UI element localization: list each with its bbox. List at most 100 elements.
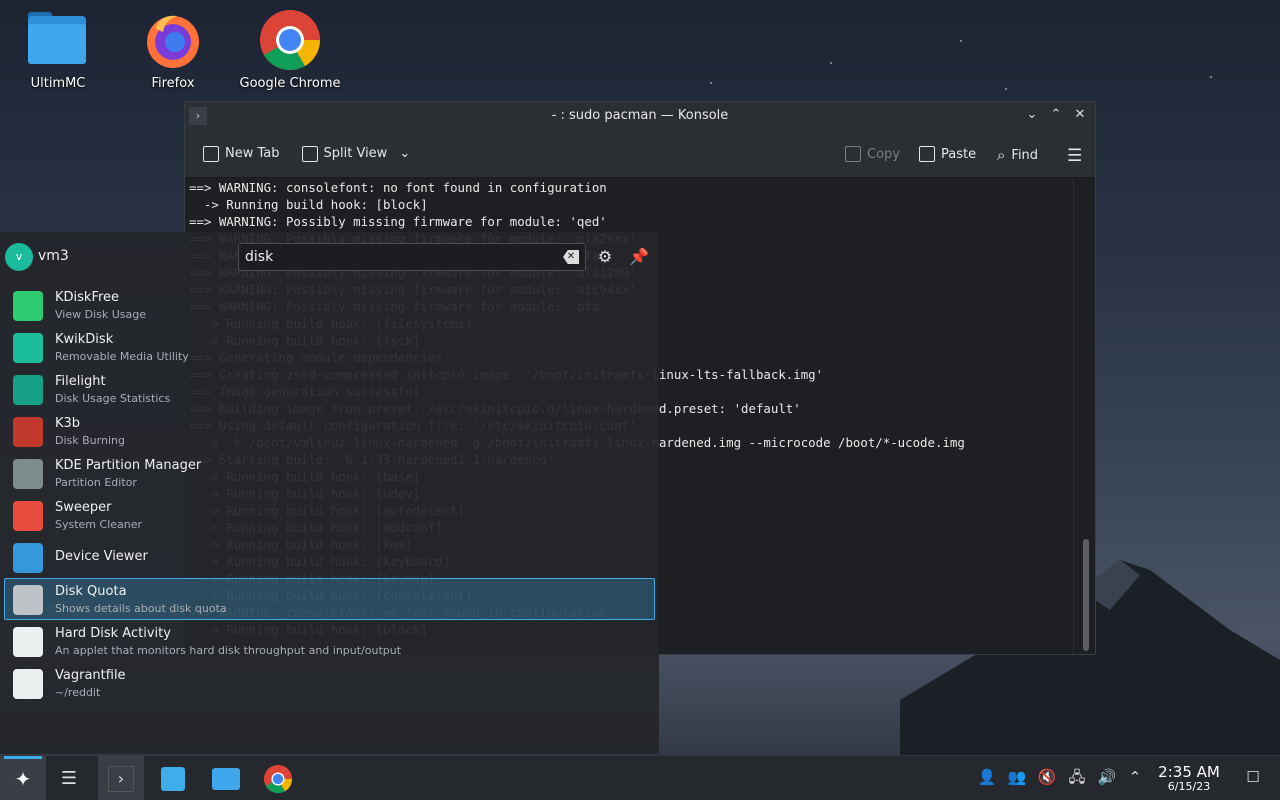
clear-icon[interactable]: ✕ (563, 250, 579, 264)
new-tab-icon (203, 145, 219, 162)
chrome-icon (258, 8, 322, 72)
desktop-icon-ultimmc[interactable]: UltimMC (3, 0, 113, 91)
new-tab-label: New Tab (225, 146, 280, 161)
paste-label: Paste (941, 146, 977, 162)
taskbar-konsole[interactable]: › (98, 756, 144, 800)
configure-icon[interactable]: ⚙ (594, 246, 616, 268)
user-icon[interactable]: 👤 (977, 767, 997, 787)
paste-button[interactable]: Paste (913, 142, 982, 166)
disk-quota-icon (13, 585, 43, 615)
result-description: Shows details about disk quota (55, 602, 227, 615)
close-icon[interactable]: ✕ (1071, 106, 1089, 124)
shopping-bag-icon (161, 766, 185, 791)
search-result-item[interactable]: Device Viewer (4, 536, 655, 578)
result-name: KDE Partition Manager (55, 458, 202, 473)
user-name: vm3 (38, 248, 69, 264)
app-launcher-button[interactable]: ✦ (0, 756, 46, 800)
hard-disk-activity-icon (13, 627, 43, 657)
avatar[interactable]: v (5, 243, 33, 271)
hamburger-menu-button[interactable]: ☰ (1061, 142, 1088, 170)
sweeper-icon (13, 501, 43, 531)
scrollbar[interactable] (1073, 179, 1095, 654)
application-launcher: v vm3 disk ✕ ⚙ 📌 KDiskFree View Disk Usag… (0, 232, 659, 754)
result-name: Vagrantfile (55, 668, 126, 683)
chevron-down-icon[interactable]: ⌄ (1023, 106, 1041, 124)
result-name: K3b (55, 416, 81, 431)
network-icon[interactable]: 🖧 (1067, 767, 1087, 787)
result-name: Sweeper (55, 500, 112, 515)
window-title: - : sudo pacman — Konsole (551, 108, 729, 123)
partition-manager-icon (13, 459, 43, 489)
result-description: Partition Editor (55, 476, 137, 489)
terminal-line: -> Running build hook: [block] (189, 197, 428, 212)
copy-button[interactable]: Copy (839, 142, 906, 166)
pin-icon[interactable]: 📌 (628, 246, 650, 268)
split-view-button[interactable]: Split View ⌄ (296, 142, 417, 166)
audio-muted-icon[interactable]: 🔇 (1037, 767, 1057, 787)
search-result-item[interactable]: Disk Quota Shows details about disk quota (4, 578, 655, 620)
search-value: disk (245, 249, 274, 265)
kdiskfree-icon (13, 291, 43, 321)
device-viewer-icon (13, 543, 43, 573)
result-description: ~/reddit (55, 686, 101, 699)
kwikdisk-icon (13, 333, 43, 363)
result-name: Hard Disk Activity (55, 626, 171, 641)
kde-logo-icon: ✦ (14, 766, 32, 791)
search-result-item[interactable]: Hard Disk Activity An applet that monitor… (4, 620, 655, 662)
text-file-icon (13, 669, 43, 699)
window-titlebar[interactable]: › - : sudo pacman — Konsole ⌄ ⌃ ✕ (185, 102, 1095, 130)
terminal-line: ==> WARNING: consolefont: no font found … (189, 180, 607, 195)
system-settings-icon: ☰ (60, 768, 78, 789)
maximize-icon[interactable]: ⌃ (1047, 106, 1065, 124)
result-description: Disk Burning (55, 434, 125, 447)
taskbar-dolphin[interactable] (203, 756, 249, 800)
konsole-toolbar: New Tab Split View ⌄ Copy Paste ⌕ Find ☰ (185, 130, 1095, 178)
taskbar: ✦ ☰ › 👤 👥 🔇 🖧 🔊 ⌃ 2:35 AM 6/15/23 ☐ (0, 755, 1280, 800)
hamburger-icon: ☰ (1067, 146, 1083, 166)
result-description: Removable Media Utility (55, 350, 189, 363)
taskbar-settings[interactable]: ☰ (46, 756, 92, 800)
filelight-icon (13, 375, 43, 405)
volume-icon[interactable]: 🔊 (1097, 767, 1117, 787)
user-switch-icon[interactable]: 👥 (1007, 767, 1027, 787)
search-result-item[interactable]: Vagrantfile ~/reddit (4, 662, 655, 704)
search-result-item[interactable]: Filelight Disk Usage Statistics (4, 368, 655, 410)
result-description: Disk Usage Statistics (55, 392, 171, 405)
firefox-icon (141, 8, 205, 72)
clock[interactable]: 2:35 AM 6/15/23 (1150, 763, 1228, 793)
search-result-item[interactable]: KwikDisk Removable Media Utility (4, 326, 655, 368)
search-icon: ⌕ (997, 146, 1006, 164)
desktop-icon-label: UltimMC (30, 76, 86, 91)
result-name: Device Viewer (55, 549, 148, 564)
search-input[interactable]: disk ✕ (238, 243, 586, 271)
copy-label: Copy (867, 146, 900, 162)
search-result-item[interactable]: Sweeper System Cleaner (4, 494, 655, 536)
desktop-icon-firefox[interactable]: Firefox (118, 0, 228, 91)
result-name: Disk Quota (55, 584, 127, 599)
search-result-item[interactable]: K3b Disk Burning (4, 410, 655, 452)
taskbar-discover[interactable] (150, 756, 196, 800)
result-name: Filelight (55, 374, 106, 389)
folder-icon (212, 767, 240, 790)
desktop-icon-chrome[interactable]: Google Chrome (235, 0, 345, 91)
clock-time: 2:35 AM (1158, 763, 1220, 781)
chevron-up-icon[interactable]: ⌃ (1125, 767, 1145, 787)
split-view-icon (301, 145, 318, 162)
taskbar-chrome[interactable] (255, 756, 301, 800)
chrome-icon (263, 764, 293, 793)
copy-icon (845, 146, 861, 162)
find-label: Find (1011, 147, 1039, 163)
folder-icon (26, 8, 90, 72)
scrollbar-thumb[interactable] (1083, 539, 1089, 651)
k3b-icon (13, 417, 43, 447)
terminal-icon: › (108, 765, 134, 792)
search-result-item[interactable]: KDiskFree View Disk Usage (4, 284, 655, 326)
paste-icon (919, 146, 935, 162)
show-desktop-icon[interactable]: ☐ (1243, 767, 1263, 787)
search-result-item[interactable]: KDE Partition Manager Partition Editor (4, 452, 655, 494)
find-button[interactable]: ⌕ Find (991, 142, 1044, 168)
desktop-icon-label: Firefox (151, 76, 195, 91)
result-description: An applet that monitors hard disk throug… (55, 644, 402, 657)
new-tab-button[interactable]: New Tab (197, 142, 286, 166)
terminal-line: ==> WARNING: Possibly missing firmware f… (189, 214, 607, 229)
